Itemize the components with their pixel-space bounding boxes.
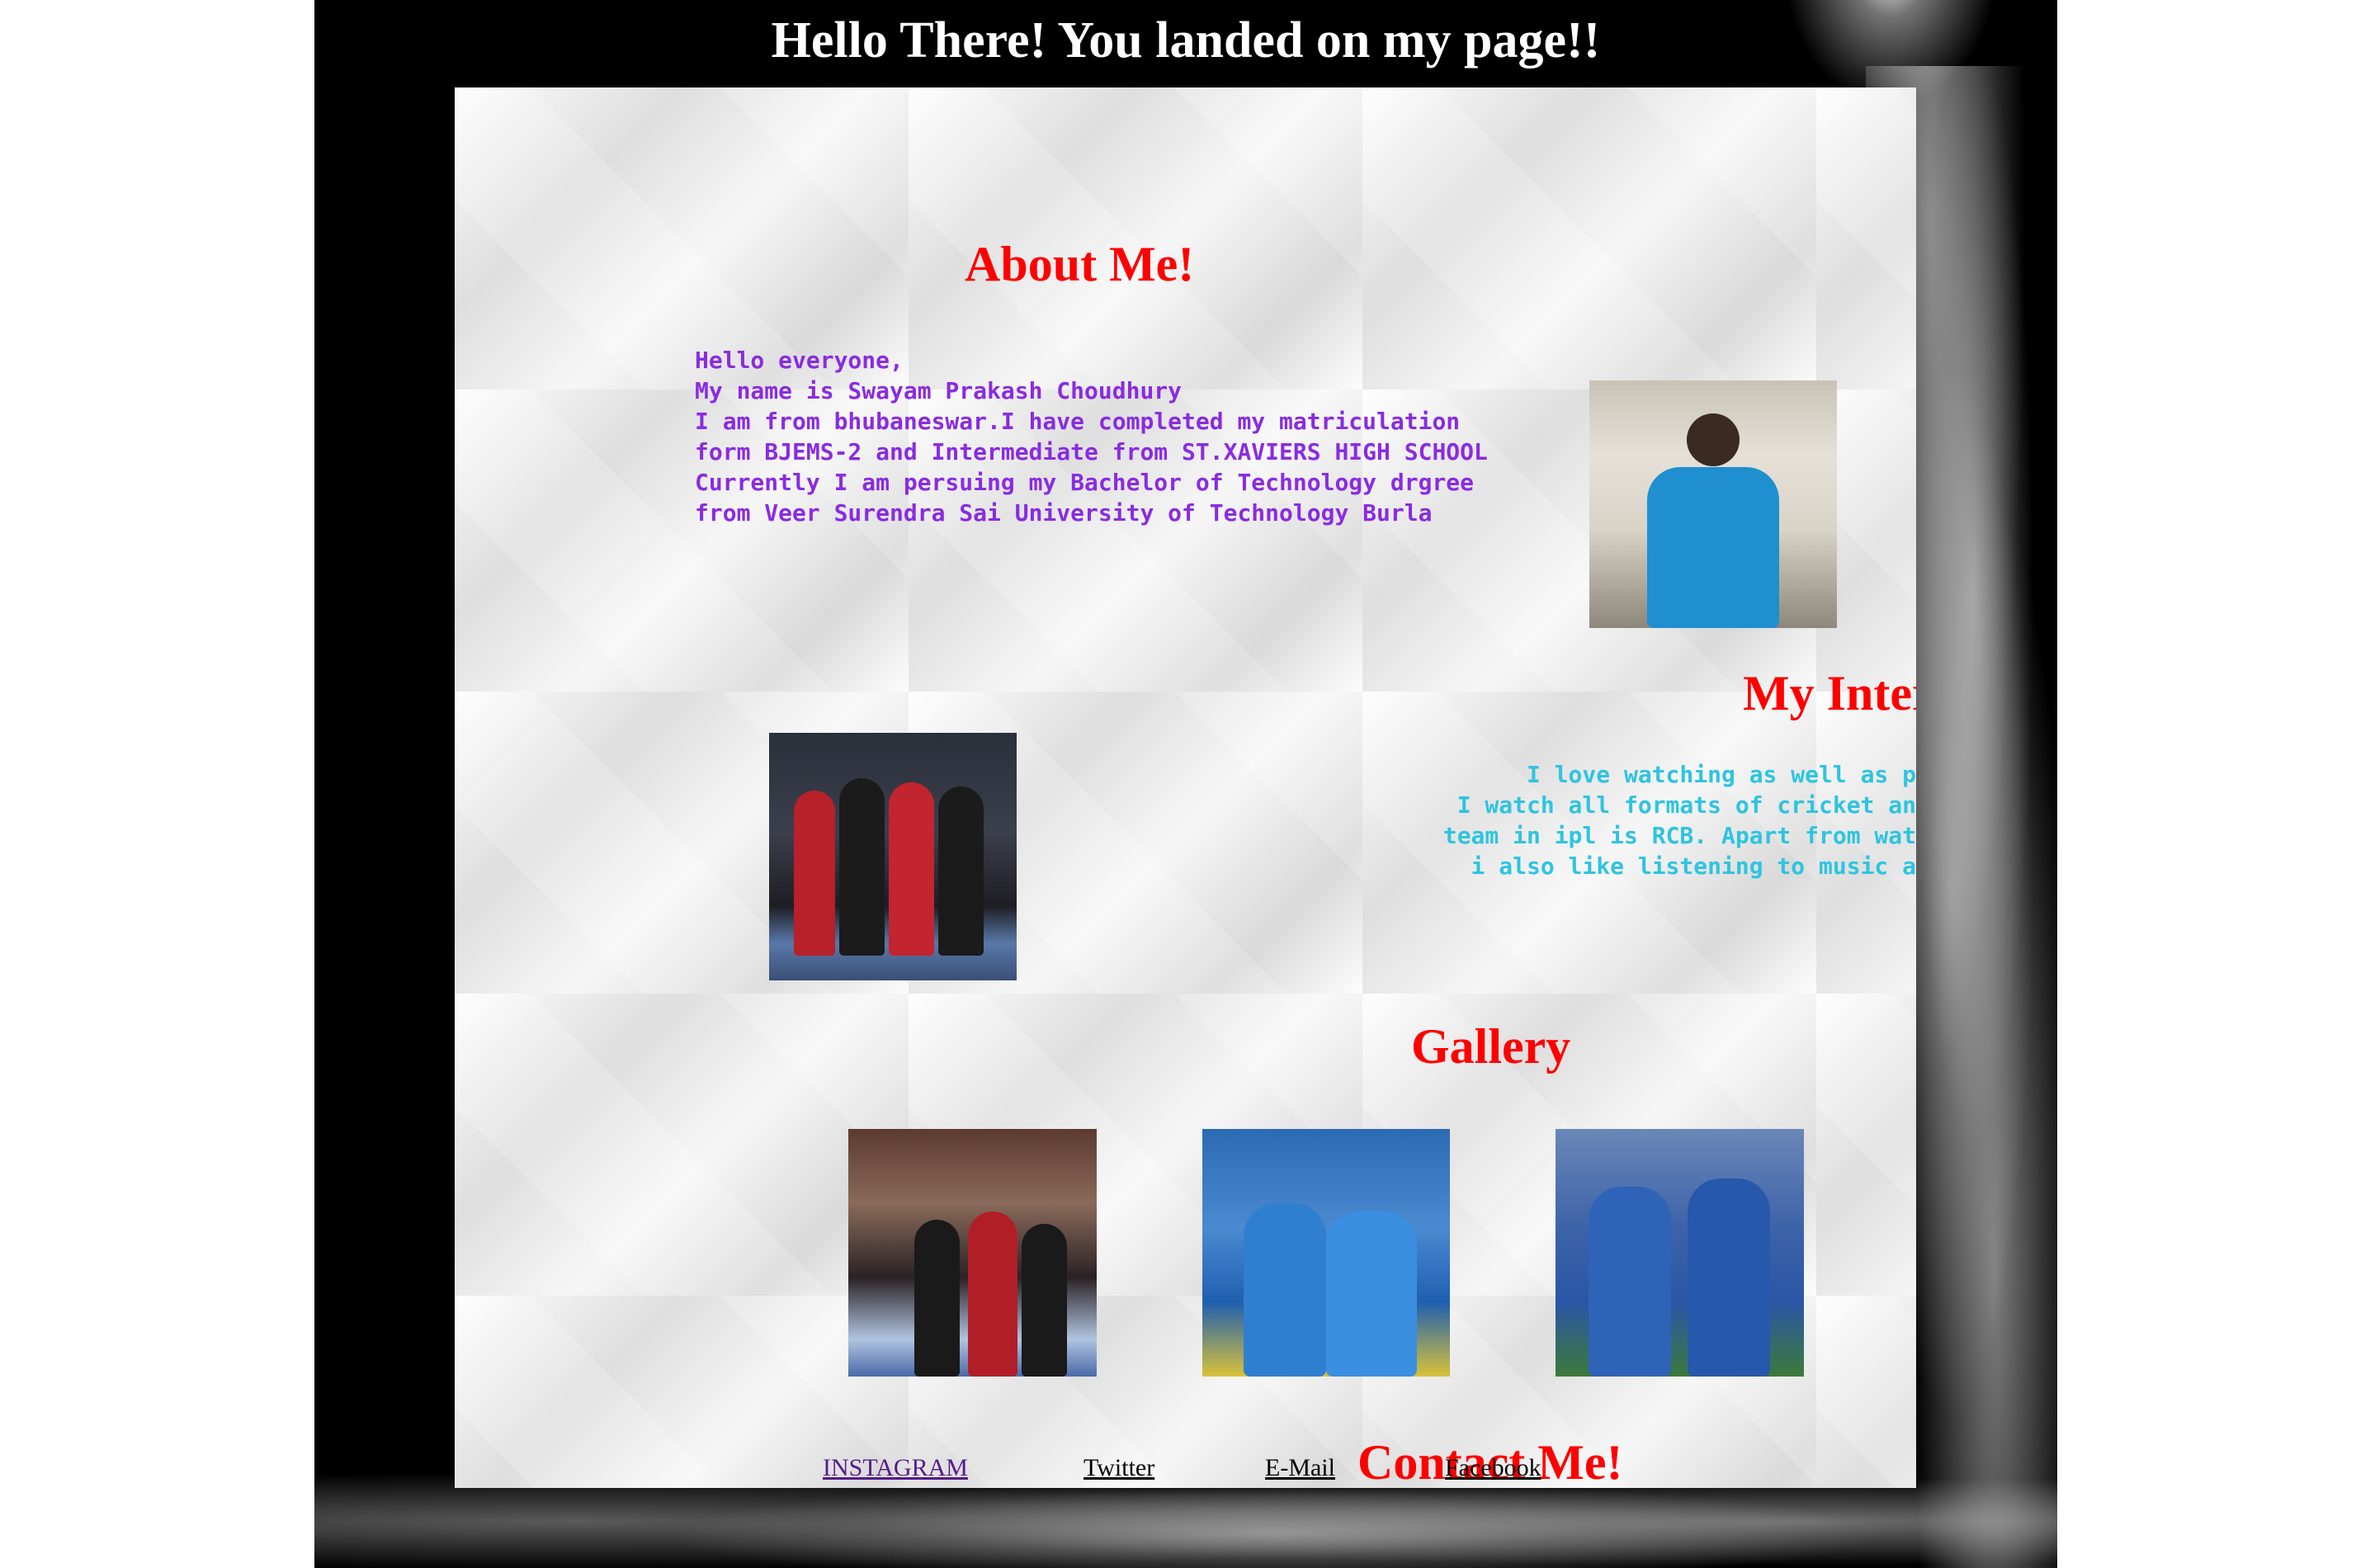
profile-photo	[1589, 380, 1837, 628]
rcb-team-photo	[769, 733, 1017, 980]
about-heading: About Me!	[965, 237, 1195, 291]
gallery-photo	[1556, 1129, 1804, 1377]
player-figure	[914, 1220, 960, 1377]
gallery-photo	[848, 1129, 1097, 1377]
player-figure	[889, 782, 934, 956]
gallery-heading: Gallery	[1411, 1019, 1571, 1074]
twitter-link[interactable]: Twitter	[1083, 1454, 1154, 1482]
player-figure	[839, 778, 885, 956]
email-link[interactable]: E-Mail	[1265, 1454, 1335, 1482]
player-figure	[1589, 1187, 1671, 1377]
person-head	[1687, 413, 1740, 466]
interests-heading: My Interests !	[1743, 666, 1916, 720]
interests-text: I love watching as well as playing crick…	[1442, 761, 1916, 880]
player-figure	[1244, 1203, 1326, 1377]
player-figure	[1326, 1211, 1417, 1377]
person-body	[1647, 467, 1779, 628]
player-figure	[968, 1211, 1017, 1377]
player-figure	[794, 791, 835, 956]
player-figure	[1688, 1178, 1770, 1377]
player-figure	[1022, 1224, 1067, 1377]
gallery-photo	[1202, 1129, 1450, 1377]
player-figure	[938, 786, 984, 956]
instagram-link[interactable]: INSTAGRAM	[823, 1454, 968, 1482]
page-title: Hello There! You landed on my page!!	[771, 12, 1601, 68]
facebook-link[interactable]: Facebook	[1445, 1454, 1541, 1482]
about-text: Hello everyone, My name is Swayam Prakas…	[695, 347, 1488, 527]
content-card: About Me! Hello everyone, My name is Swa…	[455, 87, 1916, 1488]
contact-links: INSTAGRAM Twitter E-Mail Facebook	[314, 1454, 2057, 1487]
page-background: Hello There! You landed on my page!! Abo…	[314, 0, 2057, 1568]
